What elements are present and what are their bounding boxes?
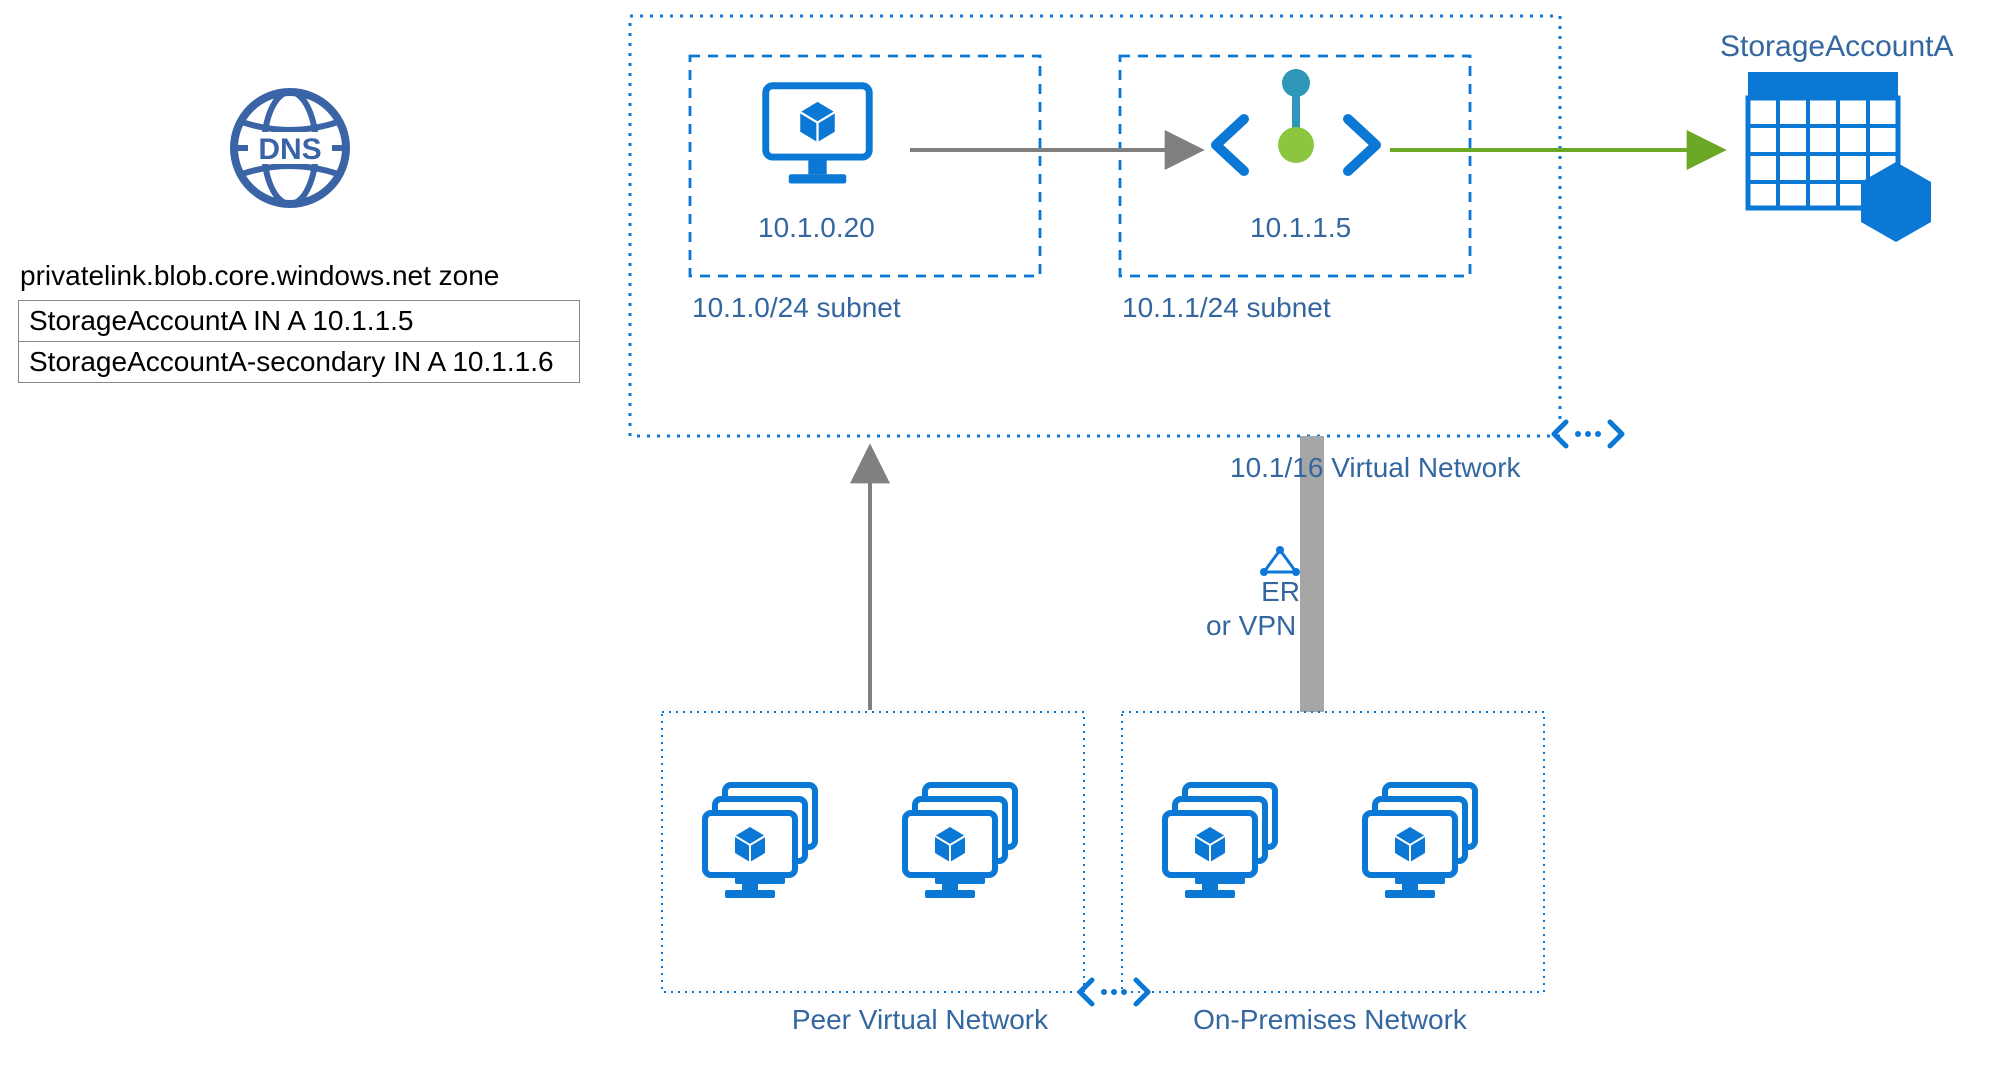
dns-icon: DNS: [234, 92, 346, 204]
peer-vnet-icon: [1080, 980, 1148, 1004]
storage-title: StorageAccountA: [1720, 30, 1953, 64]
gateway-vpn-label: or VPN: [1206, 610, 1296, 642]
onprem-vm-group-2: [1365, 785, 1475, 898]
storage-account-icon: [1748, 72, 1931, 242]
vnet-icon: [1554, 422, 1622, 446]
onprem-vm-group-1: [1165, 785, 1275, 898]
diagram-canvas: DNS: [0, 0, 1996, 1088]
subnet-a-label: 10.1.0/24 subnet: [692, 292, 901, 324]
dns-zone-caption: privatelink.blob.core.windows.net zone: [20, 260, 499, 292]
dns-record-row: StorageAccountA-secondary IN A 10.1.1.6: [19, 342, 580, 383]
subnet-b-label: 10.1.1/24 subnet: [1122, 292, 1331, 324]
peer-vm-group-1: [705, 785, 815, 898]
dns-records-table: StorageAccountA IN A 10.1.1.5 StorageAcc…: [18, 300, 580, 383]
gateway-icon: [1260, 546, 1300, 576]
vm-icon: [766, 86, 870, 184]
svg-layer: DNS: [0, 0, 1996, 1088]
private-link-icon: [1216, 69, 1376, 171]
dns-record-row: StorageAccountA IN A 10.1.1.5: [19, 301, 580, 342]
gateway-er-label: ER: [1252, 576, 1300, 608]
peer-network-label: Peer Virtual Network: [760, 1004, 1080, 1036]
vm-ip-label: 10.1.0.20: [758, 212, 875, 244]
vnet-label: 10.1/16 Virtual Network: [1230, 452, 1521, 484]
endpoint-ip-label: 10.1.1.5: [1250, 212, 1351, 244]
svg-text:DNS: DNS: [258, 133, 321, 166]
onprem-network-box: [1122, 712, 1544, 992]
peer-network-box: [662, 712, 1084, 992]
onprem-network-label: On-Premises Network: [1170, 1004, 1490, 1036]
peer-vm-group-2: [905, 785, 1015, 898]
